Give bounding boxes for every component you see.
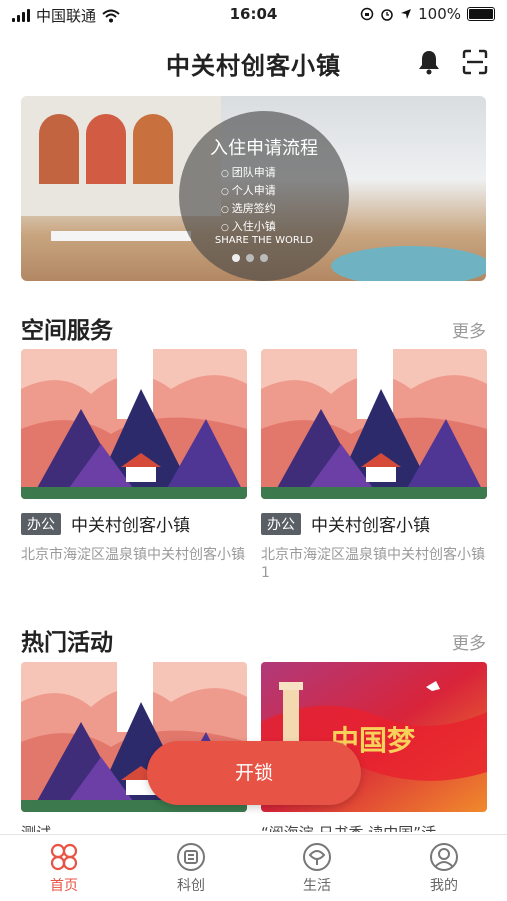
category-tag: 办公 — [21, 512, 61, 535]
life-icon — [303, 843, 331, 871]
space-section-header: 空间服务 更多 — [21, 307, 486, 344]
carousel-dots[interactable] — [232, 254, 268, 262]
home-grid-icon — [50, 843, 78, 871]
status-bar: 中国联通 16:04 100% — [0, 0, 507, 30]
tab-label: 首页 — [50, 878, 78, 894]
activity-title: 测试 — [21, 822, 247, 832]
tab-profile[interactable]: 我的 — [404, 841, 484, 895]
activity-title: “阅海淀 日书香 读中国”活 — [261, 822, 487, 832]
tab-bar: 首页 科创 生活 我的 — [0, 834, 507, 901]
card-image — [21, 349, 247, 499]
banner-arch — [133, 114, 173, 184]
banner-step: 团队申请 — [221, 164, 276, 182]
lock-rotation-icon — [360, 7, 374, 21]
more-link[interactable]: 更多 — [452, 317, 486, 342]
science-icon — [177, 843, 205, 871]
card-name: 中关村创客小镇 — [311, 516, 430, 536]
banner-steps: 团队申请 个人申请 选房签约 入住小镇 — [221, 164, 276, 236]
carousel-dot[interactable] — [232, 254, 240, 262]
banner-subtitle: SHARE THE WORLD — [214, 235, 314, 246]
bell-icon[interactable] — [415, 48, 443, 76]
banner-desk — [51, 231, 191, 241]
banner-step: 个人申请 — [221, 182, 276, 200]
location-icon — [401, 9, 412, 19]
banner-step: 选房签约 — [221, 200, 276, 218]
card-name: 中关村创客小镇 — [71, 516, 190, 536]
space-card[interactable]: 办公 中关村创客小镇 北京市海淀区温泉镇中关村创客小镇 — [21, 349, 247, 564]
banner-step: 入住小镇 — [221, 218, 276, 236]
tab-label: 生活 — [303, 878, 331, 894]
tab-label: 我的 — [430, 878, 458, 894]
category-tag: 办公 — [261, 512, 301, 535]
banner-lounge-pod — [331, 246, 486, 281]
banner-title: 入住申请流程 — [210, 138, 318, 159]
card-image — [261, 349, 487, 499]
more-link[interactable]: 更多 — [452, 629, 486, 654]
tab-life[interactable]: 生活 — [277, 841, 357, 895]
section-title: 热门活动 — [21, 630, 113, 656]
banner-arch — [86, 114, 126, 184]
tab-label: 科创 — [177, 878, 205, 894]
card-address: 北京市海淀区温泉镇中关村创客小镇 — [21, 547, 245, 563]
activity-section-header: 热门活动 更多 — [21, 619, 486, 656]
section-title: 空间服务 — [21, 318, 113, 344]
battery-label: 100% — [418, 5, 461, 23]
banner-arch — [39, 114, 79, 184]
scan-icon[interactable] — [461, 48, 489, 76]
navigation-bar: 中关村创客小镇 — [0, 38, 507, 86]
alarm-icon — [381, 9, 393, 21]
space-card[interactable]: 办公 中关村创客小镇 北京市海淀区温泉镇中关村创客小镇1 — [261, 349, 487, 582]
battery-icon — [467, 7, 495, 21]
banner-carousel[interactable]: 入住申请流程 团队申请 个人申请 选房签约 入住小镇 SHARE THE WOR… — [21, 96, 486, 281]
tab-home[interactable]: 首页 — [24, 841, 104, 895]
unlock-button[interactable]: 开锁 — [147, 741, 361, 805]
carousel-dot[interactable] — [260, 254, 268, 262]
carousel-dot[interactable] — [246, 254, 254, 262]
profile-icon — [430, 843, 458, 871]
tab-science[interactable]: 科创 — [151, 841, 231, 895]
card-address: 北京市海淀区温泉镇中关村创客小镇1 — [261, 547, 485, 581]
